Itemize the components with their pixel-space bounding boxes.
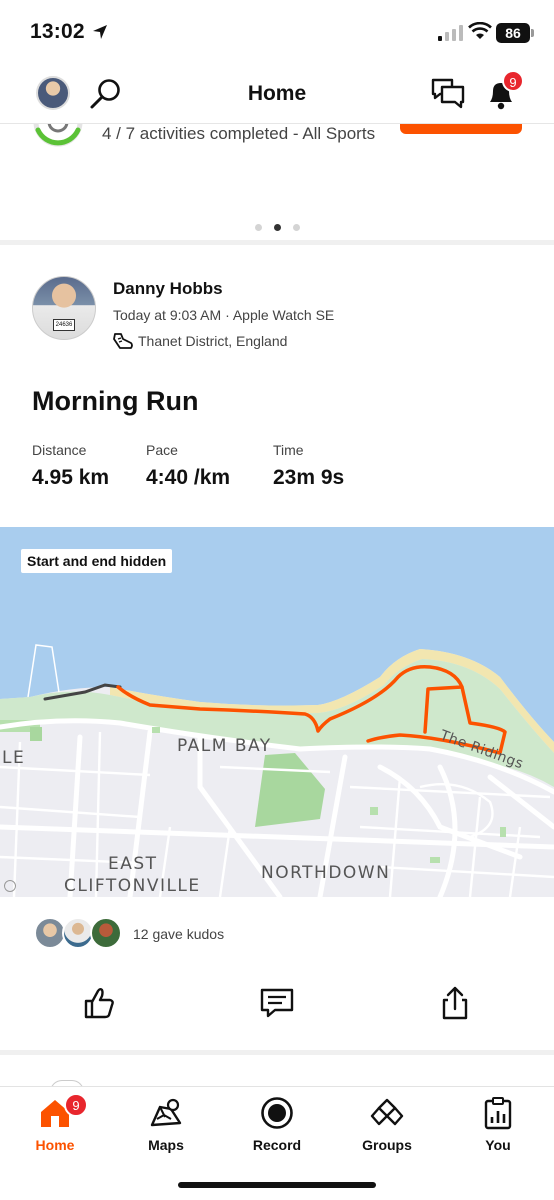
carousel-dot-active[interactable] bbox=[273, 224, 281, 231]
stat-pace: Pace 4:40 /km bbox=[146, 442, 230, 490]
map-label-palm-bay: PALM BAY bbox=[177, 736, 272, 756]
kudos-count[interactable]: 12 gave kudos bbox=[133, 926, 224, 942]
app-header: Home bbox=[0, 62, 554, 124]
challenge-card[interactable]: 4 / 7 activities completed - All Sports bbox=[0, 124, 554, 241]
page-title: Home bbox=[247, 82, 307, 105]
groups-icon bbox=[370, 1098, 404, 1126]
record-icon bbox=[261, 1097, 293, 1129]
athlete-avatar[interactable]: 24636 bbox=[32, 276, 96, 340]
route-map[interactable]: Start and end hidden PALM BAY EAST CLIFT… bbox=[0, 527, 554, 897]
messages-icon[interactable] bbox=[430, 76, 466, 112]
feed-divider bbox=[0, 240, 554, 245]
stat-value: 4:40 /km bbox=[146, 466, 231, 489]
stat-label: Time bbox=[273, 442, 304, 458]
stat-label: Pace bbox=[146, 442, 178, 458]
stat-time: Time 23m 9s bbox=[273, 442, 344, 490]
battery-cap bbox=[531, 29, 534, 37]
home-indicator[interactable] bbox=[178, 1182, 376, 1188]
tab-record[interactable]: Record bbox=[232, 1095, 322, 1153]
maps-icon bbox=[150, 1098, 182, 1127]
kudos-thumbs-up-icon[interactable] bbox=[82, 985, 116, 1021]
activity-title[interactable]: Morning Run bbox=[32, 386, 198, 417]
home-tab-badge: 9 bbox=[64, 1093, 88, 1117]
bib-label: 24636 bbox=[53, 319, 75, 331]
challenge-button[interactable] bbox=[400, 124, 522, 134]
you-icon bbox=[484, 1097, 512, 1130]
athlete-name[interactable]: Danny Hobbs bbox=[113, 279, 223, 299]
tab-label: Home bbox=[35, 1137, 75, 1153]
stat-distance: Distance 4.95 km bbox=[32, 442, 109, 490]
tab-maps[interactable]: Maps bbox=[121, 1095, 211, 1153]
tab-label: Maps bbox=[148, 1137, 184, 1153]
mapbox-logo-icon bbox=[4, 880, 16, 892]
tab-label: Groups bbox=[362, 1137, 412, 1153]
kudos-avatar bbox=[90, 917, 122, 949]
wifi-icon bbox=[468, 22, 492, 39]
running-shoe-icon bbox=[113, 333, 133, 349]
activity-location: Thanet District, England bbox=[138, 333, 288, 349]
feed-divider bbox=[0, 1050, 554, 1055]
map-label-cliftonville: CLIFTONVILLE bbox=[64, 876, 201, 896]
carousel-dot[interactable] bbox=[254, 224, 262, 231]
map-canvas bbox=[0, 527, 554, 897]
carousel-dots bbox=[0, 218, 554, 236]
share-icon[interactable] bbox=[438, 985, 472, 1021]
comment-icon[interactable] bbox=[259, 985, 295, 1021]
activity-meta: Today at 9:03 AM · Apple Watch SE bbox=[113, 307, 335, 323]
stat-value: 4.95 km bbox=[32, 466, 110, 489]
map-label-edge: LE bbox=[2, 748, 26, 768]
map-label-east: EAST bbox=[108, 854, 158, 874]
privacy-badge: Start and end hidden bbox=[21, 549, 173, 573]
challenge-progress-text: 4 / 7 activities completed - All Sports bbox=[102, 124, 376, 143]
cellular-signal-icon bbox=[438, 25, 463, 41]
location-arrow-icon bbox=[93, 25, 107, 39]
tab-you[interactable]: You bbox=[453, 1095, 543, 1153]
stat-value: 23m 9s bbox=[273, 466, 345, 489]
kudos-avatars[interactable] bbox=[34, 917, 124, 951]
challenge-progress-ring bbox=[33, 124, 83, 147]
status-bar: 13:02 86 bbox=[0, 0, 554, 62]
battery-indicator: 86 bbox=[496, 23, 530, 43]
map-label-northdown: NORTHDOWN bbox=[261, 863, 391, 883]
carousel-dot[interactable] bbox=[292, 224, 300, 231]
tab-label: Record bbox=[252, 1137, 302, 1153]
status-time: 13:02 bbox=[30, 20, 85, 43]
stat-label: Distance bbox=[32, 442, 87, 458]
notification-badge: 9 bbox=[502, 70, 524, 92]
tab-label: You bbox=[485, 1137, 511, 1153]
tab-groups[interactable]: Groups bbox=[342, 1095, 432, 1153]
